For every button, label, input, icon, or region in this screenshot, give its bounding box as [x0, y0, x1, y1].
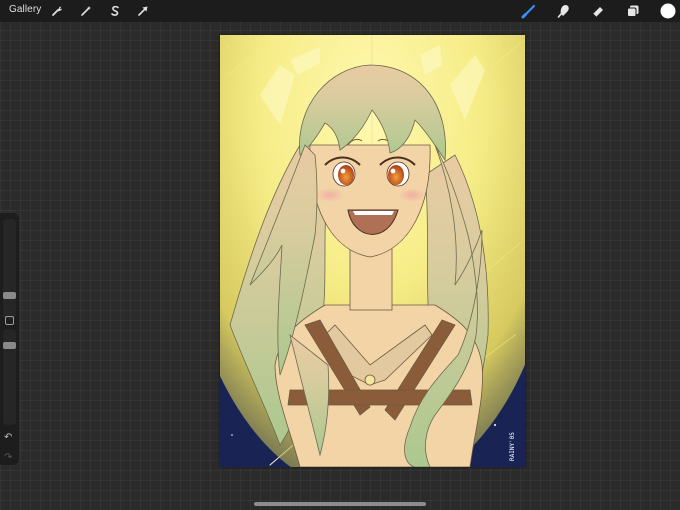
drawing-canvas[interactable]: RAINY'05 — [182, 0, 558, 495]
undo-button[interactable]: ↶ — [4, 432, 12, 443]
transform-arrow-icon[interactable] — [135, 3, 151, 19]
signature: RAINY'05 — [509, 432, 516, 461]
brush-opacity-handle[interactable] — [3, 342, 16, 349]
redo-button[interactable]: ↷ — [4, 452, 12, 463]
smudge-icon[interactable] — [556, 3, 572, 19]
top-toolbar: Gallery — [0, 0, 680, 22]
brush-size-handle[interactable] — [3, 292, 16, 299]
gallery-button[interactable]: Gallery — [9, 4, 41, 15]
brush-icon[interactable] — [521, 3, 537, 19]
layers-icon[interactable] — [625, 3, 641, 19]
left-sidebar — [0, 213, 19, 465]
artwork: RAINY'05 — [182, 0, 558, 495]
color-swatch[interactable] — [659, 2, 677, 20]
magic-wand-icon[interactable] — [78, 3, 94, 19]
eraser-icon[interactable] — [590, 3, 606, 19]
selection-s-icon[interactable] — [107, 3, 123, 19]
modify-button[interactable] — [5, 316, 14, 325]
wrench-icon[interactable] — [49, 3, 65, 19]
brush-size-slider[interactable] — [3, 219, 16, 319]
home-indicator[interactable] — [254, 502, 426, 506]
